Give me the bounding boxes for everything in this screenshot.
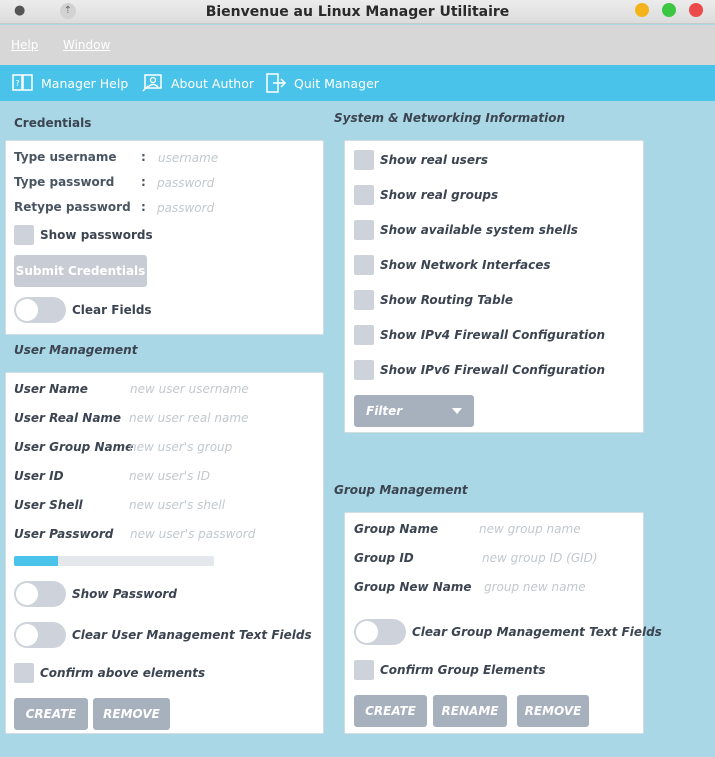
minimize-button[interactable] — [635, 3, 649, 17]
show-passwords-checkbox[interactable] — [14, 225, 34, 245]
filter-dropdown[interactable]: Filter — [354, 395, 474, 427]
toggle-knob — [16, 624, 38, 646]
password-strength-bar — [14, 556, 214, 566]
clear-fields-label: Clear Fields — [72, 303, 152, 317]
submit-credentials-button[interactable]: Submit Credentials — [14, 255, 147, 287]
system-networking-heading: System & Networking Information — [334, 111, 566, 125]
show-real-groups-label: Show real groups — [380, 188, 499, 202]
user-shell-label: User Shell — [14, 498, 83, 512]
user-group-name-input[interactable] — [129, 440, 309, 454]
user-management-heading: User Management — [14, 343, 138, 357]
retype-colon: : — [141, 200, 146, 214]
group-id-label: Group ID — [354, 551, 414, 565]
password-strength-fill — [14, 556, 58, 566]
toggle-knob — [16, 583, 38, 605]
remove-group-button[interactable]: REMOVE — [517, 695, 589, 727]
confirm-user-label: Confirm above elements — [40, 666, 206, 680]
exit-door-icon — [266, 73, 287, 93]
create-group-button[interactable]: CREATE — [354, 695, 427, 727]
group-management-heading: Group Management — [334, 483, 468, 497]
show-ipv6-firewall-label: Show IPv6 Firewall Configuration — [380, 363, 606, 377]
manager-help-label: Manager Help — [41, 75, 129, 91]
remove-user-button[interactable]: REMOVE — [93, 698, 170, 730]
clear-user-fields-toggle[interactable] — [14, 622, 66, 648]
author-card-icon — [142, 74, 162, 92]
user-name-label: User Name — [14, 382, 88, 396]
user-shell-input[interactable] — [129, 498, 309, 512]
manager-help-button[interactable]: ? Manager Help — [12, 72, 128, 94]
user-group-name-label: User Group Name — [14, 440, 134, 454]
rename-group-button[interactable]: RENAME — [433, 695, 507, 727]
user-id-label: User ID — [14, 469, 64, 483]
about-author-label: About Author — [171, 75, 255, 91]
confirm-group-label: Confirm Group Elements — [380, 663, 546, 677]
group-new-name-input[interactable] — [484, 580, 634, 594]
menu-help[interactable]: Help — [11, 38, 38, 52]
show-real-users-checkbox[interactable] — [354, 150, 374, 170]
clear-group-fields-toggle[interactable] — [354, 619, 406, 645]
filter-label: Filter — [366, 404, 403, 418]
show-network-interfaces-label: Show Network Interfaces — [380, 258, 551, 272]
close-button[interactable] — [689, 3, 703, 17]
toolbar: ? Manager Help About Author Quit Manager — [0, 65, 715, 101]
show-system-shells-label: Show available system shells — [380, 223, 578, 237]
quit-manager-button[interactable]: Quit Manager — [265, 72, 379, 94]
credentials-heading: Credentials — [14, 116, 92, 130]
username-colon: : — [141, 150, 146, 164]
show-system-shells-checkbox[interactable] — [354, 220, 374, 240]
clear-group-fields-label: Clear Group Management Text Fields — [412, 625, 662, 639]
show-ipv4-firewall-checkbox[interactable] — [354, 325, 374, 345]
confirm-group-checkbox[interactable] — [354, 660, 374, 680]
clear-fields-toggle[interactable] — [14, 297, 66, 323]
user-password-input[interactable] — [130, 527, 310, 541]
maximize-button[interactable] — [662, 3, 676, 17]
show-password-label: Show Password — [72, 587, 177, 601]
menu-window[interactable]: Window — [63, 38, 110, 52]
quit-manager-label: Quit Manager — [294, 75, 379, 91]
svg-text:?: ? — [15, 79, 19, 88]
toggle-knob — [16, 299, 38, 321]
user-id-input[interactable] — [129, 469, 309, 483]
show-network-interfaces-checkbox[interactable] — [354, 255, 374, 275]
user-name-input[interactable] — [130, 382, 310, 396]
show-ipv4-firewall-label: Show IPv4 Firewall Configuration — [380, 328, 606, 342]
clear-user-fields-label: Clear User Management Text Fields — [72, 628, 312, 642]
group-id-input[interactable] — [482, 551, 632, 565]
menu-bar: Help Window — [0, 25, 715, 65]
group-name-input[interactable] — [479, 522, 629, 536]
password-colon: : — [141, 175, 146, 189]
retype-password-label: Retype password — [14, 200, 131, 214]
create-user-button[interactable]: CREATE — [14, 698, 88, 730]
show-ipv6-firewall-checkbox[interactable] — [354, 360, 374, 380]
confirm-user-checkbox[interactable] — [14, 663, 34, 683]
toggle-knob — [356, 621, 378, 643]
show-routing-table-checkbox[interactable] — [354, 290, 374, 310]
show-password-toggle[interactable] — [14, 581, 66, 607]
user-real-name-label: User Real Name — [14, 411, 122, 425]
password-label: Type password — [14, 175, 115, 189]
show-passwords-label: Show passwords — [40, 228, 153, 242]
system-networking-panel — [344, 140, 644, 433]
username-label: Type username — [14, 150, 117, 164]
user-real-name-input[interactable] — [129, 411, 309, 425]
password-input[interactable] — [157, 176, 307, 190]
window-title: Bienvenue au Linux Manager Utilitaire — [205, 4, 510, 20]
group-name-label: Group Name — [354, 522, 439, 536]
show-real-groups-checkbox[interactable] — [354, 185, 374, 205]
show-routing-table-label: Show Routing Table — [380, 293, 513, 307]
user-password-label: User Password — [14, 527, 114, 541]
retype-password-input[interactable] — [157, 201, 307, 215]
title-bar: ● ⇡ Bienvenue au Linux Manager Utilitair… — [0, 0, 715, 24]
about-author-button[interactable]: About Author — [142, 72, 254, 94]
chevron-down-icon — [452, 408, 462, 414]
username-input[interactable] — [158, 151, 308, 165]
help-book-icon: ? — [12, 74, 33, 91]
show-real-users-label: Show real users — [380, 153, 489, 167]
group-new-name-label: Group New Name — [354, 580, 472, 594]
